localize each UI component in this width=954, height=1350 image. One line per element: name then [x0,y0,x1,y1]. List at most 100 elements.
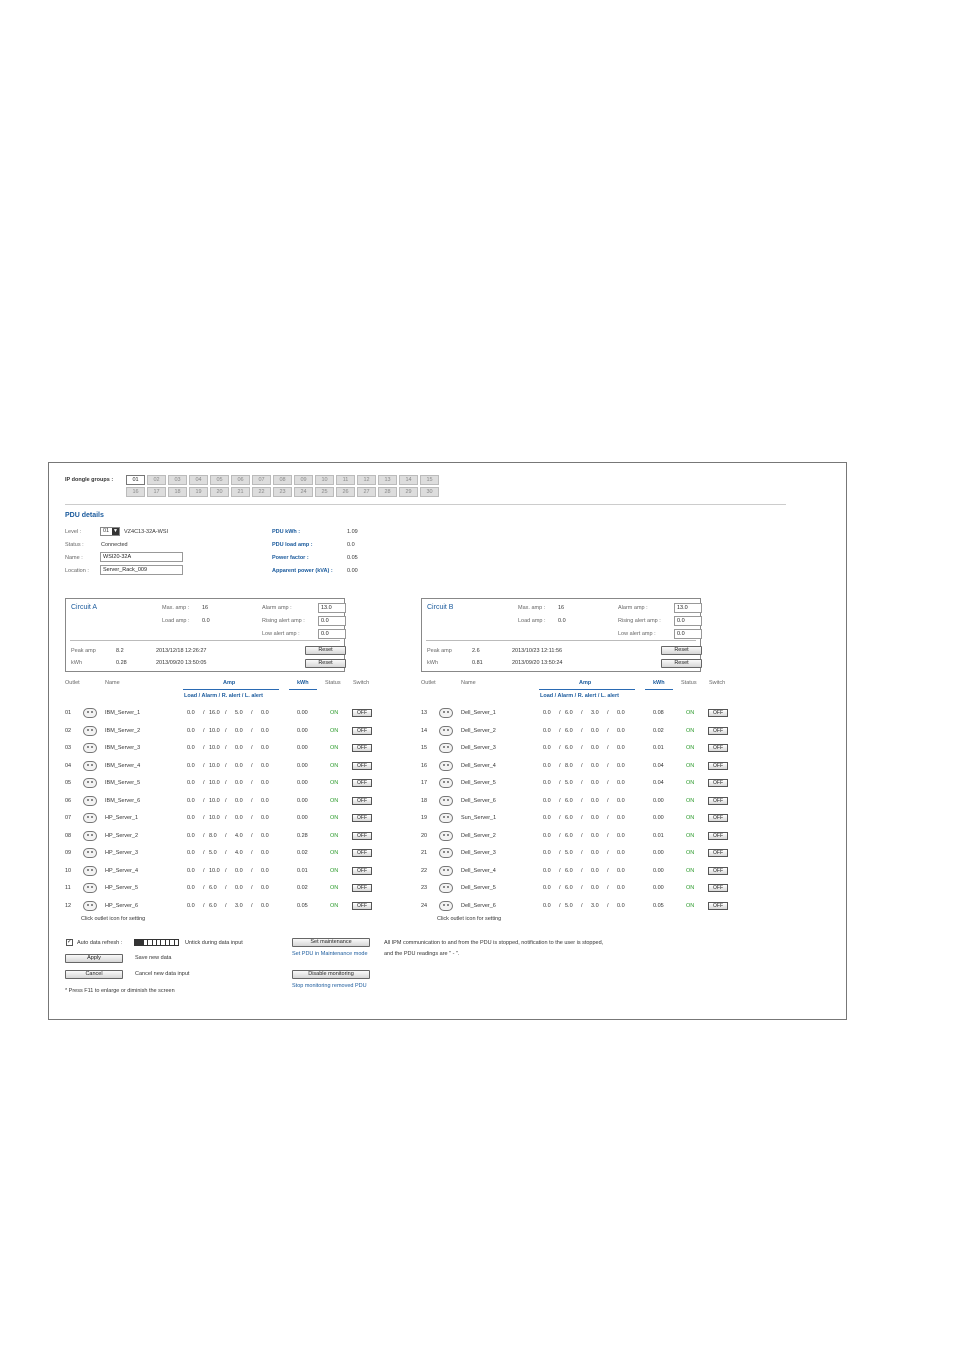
switch-off-button[interactable]: OFF [352,709,372,717]
group-button-10[interactable]: 10 [315,475,334,485]
outlet-icon[interactable] [83,900,97,911]
outlet-icon[interactable] [83,708,97,718]
switch-off-button[interactable]: OFF [352,831,372,840]
group-button-01[interactable]: 01 [126,475,145,485]
group-button-25[interactable]: 25 [315,487,334,497]
switch-off-button[interactable]: OFF [708,761,728,770]
switch-off-button[interactable]: OFF [708,866,728,875]
switch-off-button[interactable]: OFF [708,814,728,822]
apply-button[interactable]: Apply [65,954,123,963]
group-button-06[interactable]: 06 [231,475,250,485]
group-button-30[interactable]: 30 [420,487,439,497]
switch-off-button[interactable]: OFF [352,744,372,752]
auto-refresh-checkbox[interactable]: ✓ [66,939,73,946]
level-select[interactable]: 01 ▼ [100,527,120,536]
rising-alert-field[interactable]: 0.0 [318,616,346,626]
reset-peak-button[interactable]: Reset [305,646,346,655]
switch-off-button[interactable]: OFF [352,779,372,787]
switch-off-button[interactable]: OFF [708,779,728,787]
switch-off-button[interactable]: OFF [352,761,372,770]
group-button-21[interactable]: 21 [231,487,250,497]
outlet-icon[interactable] [439,743,453,753]
location-field[interactable]: Server_Rack_009 [100,565,183,575]
switch-off-button[interactable]: OFF [352,849,372,857]
switch-off-button[interactable]: OFF [708,796,728,805]
switch-off-button[interactable]: OFF [708,901,728,910]
switch-off-button[interactable]: OFF [708,831,728,840]
group-button-09[interactable]: 09 [294,475,313,485]
group-button-17[interactable]: 17 [147,487,166,497]
cancel-button[interactable]: Cancel [65,970,123,979]
group-button-19[interactable]: 19 [189,487,208,497]
name-field[interactable]: WSI20-32A [100,552,183,562]
switch-off-button[interactable]: OFF [352,814,372,822]
group-button-18[interactable]: 18 [168,487,187,497]
outlet-icon[interactable] [83,778,97,788]
separator: / [581,762,583,769]
group-button-12[interactable]: 12 [357,475,376,485]
group-button-26[interactable]: 26 [336,487,355,497]
group-button-27[interactable]: 27 [357,487,376,497]
separator: / [203,867,205,874]
low-alert-field[interactable]: 0.0 [318,629,346,639]
outlet-icon[interactable] [439,848,453,858]
switch-off-button[interactable]: OFF [352,884,372,892]
outlet-icon[interactable] [439,865,453,876]
switch-off-button[interactable]: OFF [708,884,728,892]
outlet-icon[interactable] [83,865,97,876]
group-button-11[interactable]: 11 [336,475,355,485]
group-button-08[interactable]: 08 [273,475,292,485]
group-button-14[interactable]: 14 [399,475,418,485]
group-button-13[interactable]: 13 [378,475,397,485]
outlet-icon[interactable] [83,795,97,806]
group-button-07[interactable]: 07 [252,475,271,485]
outlet-icon[interactable] [439,830,453,841]
set-maintenance-button[interactable]: Set maintenance [292,938,370,947]
disable-monitoring-button[interactable]: Disable monitoring [292,970,370,979]
outlet-icon[interactable] [439,883,453,893]
outlet-icon[interactable] [439,813,453,823]
group-button-05[interactable]: 05 [210,475,229,485]
outlet-icon[interactable] [439,778,453,788]
outlet-icon[interactable] [83,830,97,841]
outlet-icon[interactable] [439,760,453,771]
outlet-icon[interactable] [83,725,97,736]
reset-peak-button[interactable]: Reset [661,646,702,655]
outlet-icon[interactable] [439,900,453,911]
switch-off-button[interactable]: OFF [708,744,728,752]
reset-kwh-button[interactable]: Reset [305,659,346,668]
outlet-icon[interactable] [83,848,97,858]
group-button-02[interactable]: 02 [147,475,166,485]
group-button-22[interactable]: 22 [252,487,271,497]
reset-kwh-button[interactable]: Reset [661,659,702,668]
outlet-icon[interactable] [439,725,453,736]
group-button-16[interactable]: 16 [126,487,145,497]
outlet-icon[interactable] [439,795,453,806]
alarm-amp-field[interactable]: 13.0 [674,603,702,613]
group-button-24[interactable]: 24 [294,487,313,497]
switch-off-button[interactable]: OFF [352,796,372,805]
group-button-03[interactable]: 03 [168,475,187,485]
outlet-icon[interactable] [439,708,453,718]
switch-off-button[interactable]: OFF [708,849,728,857]
group-button-15[interactable]: 15 [420,475,439,485]
outlet-status: ON [686,727,695,734]
group-button-20[interactable]: 20 [210,487,229,497]
load-amp: 0.0 [543,762,551,769]
group-button-29[interactable]: 29 [399,487,418,497]
switch-off-button[interactable]: OFF [352,866,372,875]
group-button-28[interactable]: 28 [378,487,397,497]
outlet-icon[interactable] [83,813,97,823]
switch-off-button[interactable]: OFF [708,709,728,717]
outlet-icon[interactable] [83,883,97,893]
switch-off-button[interactable]: OFF [708,726,728,735]
group-button-23[interactable]: 23 [273,487,292,497]
outlet-icon[interactable] [83,760,97,771]
outlet-icon[interactable] [83,743,97,753]
low-alert-field[interactable]: 0.0 [674,629,702,639]
rising-alert-field[interactable]: 0.0 [674,616,702,626]
group-button-04[interactable]: 04 [189,475,208,485]
switch-off-button[interactable]: OFF [352,726,372,735]
switch-off-button[interactable]: OFF [352,901,372,910]
alarm-amp-field[interactable]: 13.0 [318,603,346,613]
